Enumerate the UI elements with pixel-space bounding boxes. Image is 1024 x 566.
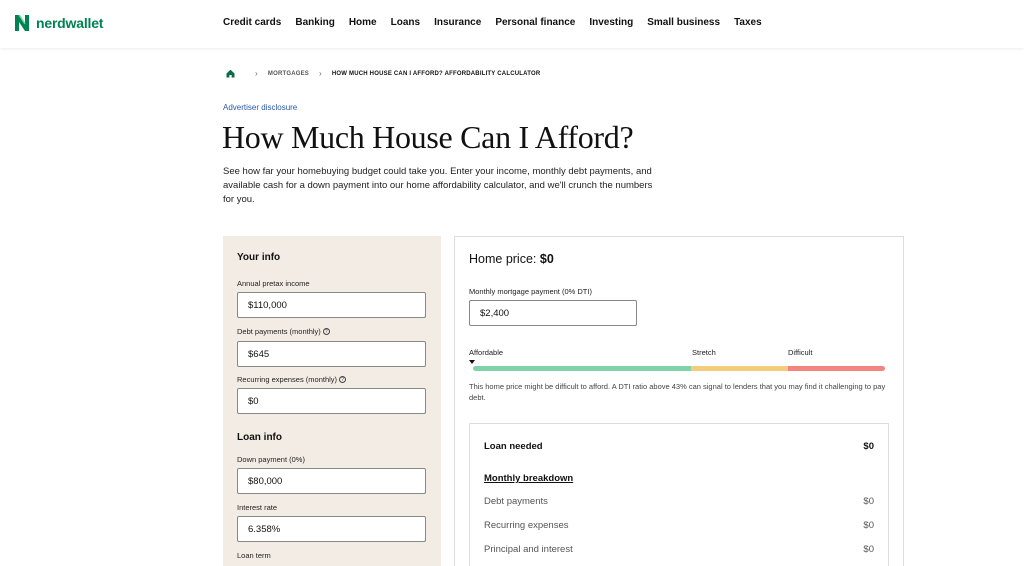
- monthly-breakdown-toggle[interactable]: Monthly breakdown: [484, 473, 573, 484]
- breadcrumb-current-page: HOW MUCH HOUSE CAN I AFFORD? AFFORDABILI…: [331, 70, 541, 77]
- stretch-label: Stretch: [692, 348, 716, 357]
- results-panel: Home price: $0 Monthly mortgage payment …: [454, 236, 904, 566]
- nav-item-insurance[interactable]: Insurance: [434, 17, 481, 28]
- breakdown-card: Loan needed $0 Monthly breakdown Debt pa…: [469, 423, 889, 566]
- annual-income-input[interactable]: $110,000: [237, 292, 426, 318]
- your-info-heading: Your info: [237, 252, 281, 263]
- breadcrumb-mortgages[interactable]: MORTGAGES: [268, 71, 309, 77]
- input-panel: Your info Annual pretax income $110,000 …: [223, 236, 441, 566]
- interest-rate-label-text: Interest rate: [237, 503, 278, 512]
- breadcrumb: › MORTGAGES › HOW MUCH HOUSE CAN I AFFOR…: [226, 69, 540, 78]
- loan-needed-label: Loan needed: [484, 441, 543, 452]
- breakdown-row-label: Recurring expenses: [484, 520, 569, 531]
- down-payment-input[interactable]: $80,000: [237, 468, 426, 494]
- recurring-expenses-input[interactable]: $0: [237, 388, 426, 414]
- nav-item-banking[interactable]: Banking: [295, 17, 334, 28]
- affordability-marker-icon: [469, 360, 475, 364]
- page-title: How Much House Can I Afford?: [222, 119, 634, 155]
- nav-item-taxes[interactable]: Taxes: [734, 17, 762, 28]
- breakdown-row-value: $0: [863, 496, 874, 507]
- monthly-mortgage-input[interactable]: $2,400: [469, 300, 637, 326]
- debt-label: Debt payments (monthly) ?: [237, 327, 330, 336]
- loan-term-label-text: Loan term: [237, 551, 271, 560]
- home-icon[interactable]: [226, 69, 235, 78]
- nav-item-home[interactable]: Home: [349, 17, 377, 28]
- difficult-label: Difficult: [788, 348, 813, 357]
- affordable-label: Affordable: [469, 348, 504, 357]
- nav-item-small-business[interactable]: Small business: [647, 17, 720, 28]
- nerdwallet-logo[interactable]: nerdwallet: [14, 14, 103, 32]
- intro-paragraph: See how far your homebuying budget could…: [223, 166, 653, 205]
- breakdown-row-label: Principal and interest: [484, 544, 573, 555]
- recurring-label: Recurring expenses (monthly) ?: [237, 375, 347, 384]
- breakdown-row-value: $0: [863, 520, 874, 531]
- breakdown-row-value: $0: [863, 544, 874, 555]
- income-label-text: Annual pretax income: [237, 279, 310, 288]
- nav-item-personal-finance[interactable]: Personal finance: [495, 17, 575, 28]
- breadcrumb-chevron-icon: ›: [255, 69, 258, 78]
- home-price-label: Home price:: [469, 252, 537, 266]
- recurring-label-text: Recurring expenses (monthly): [237, 375, 338, 384]
- logo-text: nerdwallet: [36, 15, 104, 31]
- nav-item-credit-cards[interactable]: Credit cards: [223, 17, 281, 28]
- affordable-segment: [473, 366, 692, 371]
- interest-rate-label: Interest rate: [237, 503, 277, 512]
- difficult-segment: [788, 366, 885, 371]
- nav-item-loans[interactable]: Loans: [391, 17, 420, 28]
- interest-rate-input[interactable]: 6.358%: [237, 516, 426, 542]
- top-navigation-bar: nerdwallet Credit cards Banking Home Loa…: [0, 0, 1024, 48]
- dti-warning-text: This home price might be difficult to af…: [469, 382, 886, 402]
- home-price-value: $0: [539, 252, 554, 266]
- income-label: Annual pretax income: [237, 279, 310, 288]
- home-price: Home price: $0: [469, 252, 554, 266]
- debt-payments-input[interactable]: $645: [237, 341, 426, 367]
- nerdwallet-logo-icon: [14, 14, 30, 32]
- stretch-segment: [691, 366, 789, 371]
- main-nav: Credit cards Banking Home Loans Insuranc…: [223, 17, 776, 28]
- monthly-mortgage-label: Monthly mortgage payment (0% DTI): [469, 287, 592, 296]
- breadcrumb-chevron-icon: ›: [319, 69, 322, 78]
- loan-term-label: Loan term: [237, 551, 271, 560]
- affordability-scale-bar: [473, 366, 885, 371]
- help-icon[interactable]: ?: [339, 376, 347, 383]
- down-payment-label: Down payment (0%): [237, 455, 305, 464]
- loan-needed-value: $0: [863, 441, 874, 452]
- advertiser-disclosure-link[interactable]: Advertiser disclosure: [223, 103, 297, 112]
- debt-label-text: Debt payments (monthly): [237, 327, 321, 336]
- help-icon[interactable]: ?: [322, 328, 330, 335]
- nav-item-investing[interactable]: Investing: [589, 17, 633, 28]
- loan-info-heading: Loan info: [237, 432, 282, 443]
- breakdown-row-label: Debt payments: [484, 496, 548, 507]
- down-payment-label-text: Down payment (0%): [237, 455, 305, 464]
